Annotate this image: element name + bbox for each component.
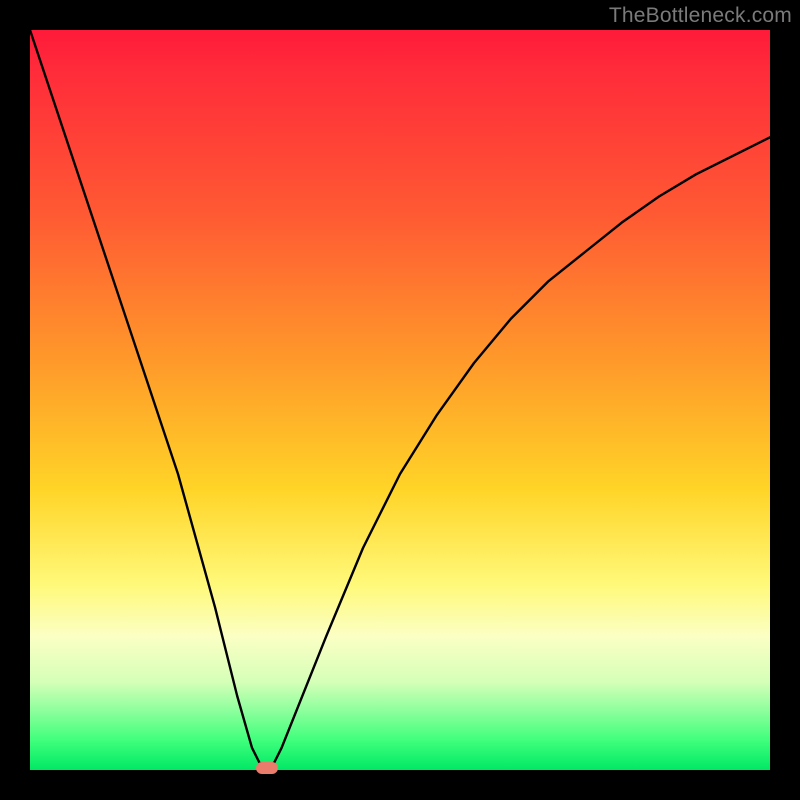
bottleneck-curve [30, 30, 770, 770]
watermark-text: TheBottleneck.com [609, 4, 792, 28]
minimum-marker [256, 762, 278, 774]
chart-plot-area [30, 30, 770, 770]
